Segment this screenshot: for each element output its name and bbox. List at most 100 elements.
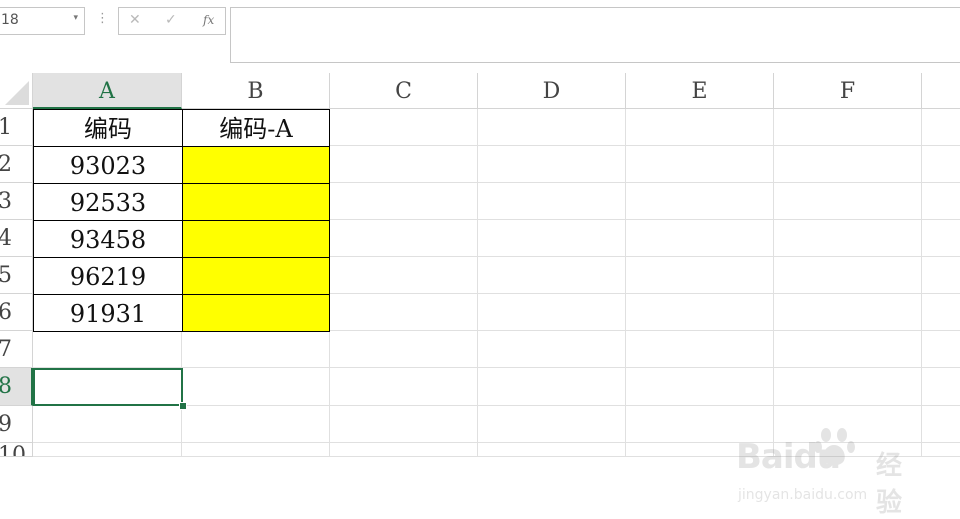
column-header-b[interactable]: B bbox=[182, 73, 330, 109]
cell-a1[interactable]: 编码 bbox=[33, 109, 183, 147]
row-header-2[interactable]: 2 bbox=[0, 146, 33, 183]
row-header-7[interactable]: 7 bbox=[0, 331, 33, 368]
cell-d1[interactable] bbox=[478, 109, 626, 146]
column-header-e[interactable]: E bbox=[626, 73, 774, 109]
cell-c6[interactable] bbox=[330, 294, 478, 331]
column-header-c[interactable]: C bbox=[330, 73, 478, 109]
cell-b4[interactable] bbox=[182, 220, 330, 258]
cell-f3[interactable] bbox=[774, 183, 922, 220]
cell-e2[interactable] bbox=[626, 146, 774, 183]
cell-e4[interactable] bbox=[626, 220, 774, 257]
cell-g10[interactable] bbox=[922, 443, 960, 457]
column-header-d[interactable]: D bbox=[478, 73, 626, 109]
cell-f5[interactable] bbox=[774, 257, 922, 294]
cell-c4[interactable] bbox=[330, 220, 478, 257]
cell-d9[interactable] bbox=[478, 406, 626, 443]
cell-d7[interactable] bbox=[478, 331, 626, 368]
cell-e7[interactable] bbox=[626, 331, 774, 368]
select-all-button[interactable] bbox=[0, 73, 33, 109]
insert-function-icon[interactable]: fx bbox=[203, 13, 214, 27]
cell-c2[interactable] bbox=[330, 146, 478, 183]
cell-b10[interactable] bbox=[182, 443, 330, 457]
cell-d3[interactable] bbox=[478, 183, 626, 220]
cell-f7[interactable] bbox=[774, 331, 922, 368]
column-header-g[interactable] bbox=[922, 73, 960, 109]
column-header-a[interactable]: A bbox=[33, 73, 182, 109]
cancel-icon[interactable]: ✕ bbox=[129, 12, 141, 28]
cell-a6[interactable]: 91931 bbox=[33, 294, 183, 332]
name-box[interactable]: 18 ▾ bbox=[0, 7, 85, 35]
cell-a3[interactable]: 92533 bbox=[33, 183, 183, 221]
cell-b3[interactable] bbox=[182, 183, 330, 221]
column-header-f[interactable]: F bbox=[774, 73, 922, 109]
cell-a5[interactable]: 96219 bbox=[33, 257, 183, 295]
cell-g1[interactable] bbox=[922, 109, 960, 146]
row-header-3[interactable]: 3 bbox=[0, 183, 33, 220]
cell-c3[interactable] bbox=[330, 183, 478, 220]
cell-f10[interactable] bbox=[774, 443, 922, 457]
cell-d8[interactable] bbox=[478, 368, 626, 406]
chevron-down-icon[interactable]: ▾ bbox=[73, 13, 78, 23]
cell-a4[interactable]: 93458 bbox=[33, 220, 183, 258]
cell-a8[interactable] bbox=[33, 368, 182, 406]
cell-f9[interactable] bbox=[774, 406, 922, 443]
cell-f2[interactable] bbox=[774, 146, 922, 183]
cell-d4[interactable] bbox=[478, 220, 626, 257]
row-header-10[interactable]: 10 bbox=[0, 443, 33, 457]
cell-e1[interactable] bbox=[626, 109, 774, 146]
fill-handle[interactable] bbox=[179, 402, 187, 410]
cell-e5[interactable] bbox=[626, 257, 774, 294]
row-header-1[interactable]: 1 bbox=[0, 109, 33, 146]
cell-c9[interactable] bbox=[330, 406, 478, 443]
cell-e3[interactable] bbox=[626, 183, 774, 220]
cell-e8[interactable] bbox=[626, 368, 774, 406]
cell-b5[interactable] bbox=[182, 257, 330, 295]
spreadsheet-grid: A B C D E F 1 2 3 4 5 6 7 8 9 10 编码 编码-A… bbox=[0, 73, 960, 518]
cell-f6[interactable] bbox=[774, 294, 922, 331]
cell-c10[interactable] bbox=[330, 443, 478, 457]
more-vertical-icon[interactable]: ⋮ bbox=[96, 11, 109, 26]
select-all-triangle-icon bbox=[5, 81, 29, 105]
cell-g4[interactable] bbox=[922, 220, 960, 257]
cell-c5[interactable] bbox=[330, 257, 478, 294]
cell-f8[interactable] bbox=[774, 368, 922, 406]
cell-b9[interactable] bbox=[182, 406, 330, 443]
cell-c8[interactable] bbox=[330, 368, 478, 406]
cell-g9[interactable] bbox=[922, 406, 960, 443]
cell-g7[interactable] bbox=[922, 331, 960, 368]
name-box-value: 18 bbox=[1, 12, 19, 28]
enter-icon[interactable]: ✓ bbox=[165, 12, 177, 28]
cell-a2[interactable]: 93023 bbox=[33, 146, 183, 184]
cell-b8[interactable] bbox=[182, 368, 330, 406]
cell-d2[interactable] bbox=[478, 146, 626, 183]
cell-a7[interactable] bbox=[33, 331, 182, 368]
row-header-4[interactable]: 4 bbox=[0, 220, 33, 257]
cell-b1[interactable]: 编码-A bbox=[182, 109, 330, 147]
cell-d6[interactable] bbox=[478, 294, 626, 331]
row-header-5[interactable]: 5 bbox=[0, 257, 33, 294]
cell-g6[interactable] bbox=[922, 294, 960, 331]
cell-e10[interactable] bbox=[626, 443, 774, 457]
cell-c1[interactable] bbox=[330, 109, 478, 146]
cell-f1[interactable] bbox=[774, 109, 922, 146]
cell-e9[interactable] bbox=[626, 406, 774, 443]
cell-b2[interactable] bbox=[182, 146, 330, 184]
cell-e6[interactable] bbox=[626, 294, 774, 331]
cell-b7[interactable] bbox=[182, 331, 330, 368]
row-header-label: 4 bbox=[0, 226, 12, 251]
cell-f4[interactable] bbox=[774, 220, 922, 257]
formula-input[interactable] bbox=[230, 7, 960, 63]
cell-a9[interactable] bbox=[33, 406, 182, 443]
row-header-8[interactable]: 8 bbox=[0, 368, 33, 406]
row-header-9[interactable]: 9 bbox=[0, 406, 33, 443]
cell-g5[interactable] bbox=[922, 257, 960, 294]
cell-c7[interactable] bbox=[330, 331, 478, 368]
cell-g8[interactable] bbox=[922, 368, 960, 406]
cell-b6[interactable] bbox=[182, 294, 330, 332]
cell-a10[interactable] bbox=[33, 443, 182, 457]
cell-g2[interactable] bbox=[922, 146, 960, 183]
cell-d5[interactable] bbox=[478, 257, 626, 294]
cell-g3[interactable] bbox=[922, 183, 960, 220]
cell-d10[interactable] bbox=[478, 443, 626, 457]
row-header-6[interactable]: 6 bbox=[0, 294, 33, 331]
